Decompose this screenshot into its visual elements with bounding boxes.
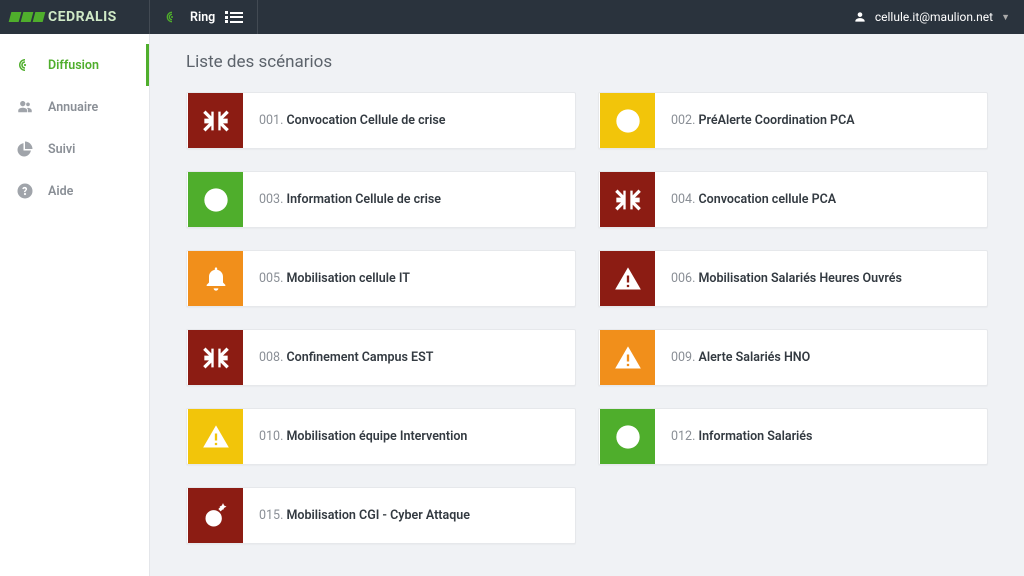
scenario-grid: 001. Convocation Cellule de crise 002. Pr…	[186, 92, 988, 544]
scenario-card[interactable]: 012. Information Salariés	[598, 408, 988, 465]
scenario-text: 002. PréAlerte Coordination PCA	[656, 113, 855, 128]
scenario-title: Convocation Cellule de crise	[286, 113, 445, 128]
chevron-down-icon: ▼	[1001, 12, 1010, 23]
scenario-card[interactable]: 004. Convocation cellule PCA	[598, 171, 988, 228]
bomb-icon	[188, 488, 243, 543]
scenario-text: 010. Mobilisation équipe Intervention	[244, 429, 467, 444]
warn-icon	[600, 330, 655, 385]
nav-label: Diffusion	[48, 58, 99, 73]
page-title: Liste des scénarios	[186, 52, 988, 72]
sidebar: Diffusion Annuaire Suivi Aide	[0, 34, 150, 576]
user-icon	[853, 10, 867, 24]
scenario-number: 010.	[259, 429, 286, 444]
logo-icon	[10, 12, 44, 22]
scenario-text: 001. Convocation Cellule de crise	[244, 113, 446, 128]
compress-icon	[188, 93, 243, 148]
brand-logo[interactable]: CEDRALIS	[0, 0, 150, 34]
nav-label: Aide	[48, 184, 73, 199]
scenario-title: Mobilisation équipe Intervention	[286, 429, 467, 444]
info-icon	[188, 172, 243, 227]
info-icon	[600, 409, 655, 464]
broadcast-icon	[164, 9, 180, 25]
user-label: cellule.it@maulion.net	[875, 10, 993, 24]
scenario-title: Information Salariés	[698, 429, 812, 444]
sidebar-item-aide[interactable]: Aide	[0, 170, 149, 212]
compress-icon	[188, 330, 243, 385]
brand-name: CEDRALIS	[48, 9, 117, 25]
scenario-title: Convocation cellule PCA	[698, 192, 836, 207]
nav-label: Suivi	[48, 142, 75, 157]
module-switch[interactable]: Ring	[150, 0, 258, 34]
warn-icon	[188, 409, 243, 464]
scenario-card[interactable]: 001. Convocation Cellule de crise	[186, 92, 576, 149]
sidebar-item-suivi[interactable]: Suivi	[0, 128, 149, 170]
sidebar-item-annuaire[interactable]: Annuaire	[0, 86, 149, 128]
scenario-text: 004. Convocation cellule PCA	[656, 192, 836, 207]
scenario-title: Mobilisation CGI - Cyber Attaque	[286, 508, 469, 523]
broadcast-icon	[16, 56, 34, 74]
scenario-text: 008. Confinement Campus EST	[244, 350, 433, 365]
info-icon	[600, 93, 655, 148]
scenario-number: 004.	[671, 192, 698, 207]
scenario-card[interactable]: 008. Confinement Campus EST	[186, 329, 576, 386]
scenario-number: 001.	[259, 113, 286, 128]
scenario-title: Mobilisation Salariés Heures Ouvrés	[698, 271, 901, 286]
list-icon[interactable]	[225, 11, 243, 23]
scenario-text: 012. Information Salariés	[656, 429, 812, 444]
scenario-title: PréAlerte Coordination PCA	[698, 113, 854, 128]
scenario-title: Mobilisation cellule IT	[286, 271, 409, 286]
scenario-number: 012.	[671, 429, 698, 444]
content: Liste des scénarios 001. Convocation Cel…	[150, 34, 1024, 576]
scenario-text: 006. Mobilisation Salariés Heures Ouvrés	[656, 271, 902, 286]
top-bar: CEDRALIS Ring cellule.it@maulion.net ▼	[0, 0, 1024, 34]
scenario-text: 005. Mobilisation cellule IT	[244, 271, 410, 286]
scenario-number: 003.	[259, 192, 286, 207]
scenario-title: Alerte Salariés HNO	[698, 350, 810, 365]
scenario-title: Information Cellule de crise	[286, 192, 441, 207]
help-icon	[16, 182, 34, 200]
sidebar-item-diffusion[interactable]: Diffusion	[0, 44, 149, 86]
scenario-text: 015. Mobilisation CGI - Cyber Attaque	[244, 508, 470, 523]
module-label: Ring	[190, 10, 215, 25]
scenario-card[interactable]: 002. PréAlerte Coordination PCA	[598, 92, 988, 149]
users-icon	[16, 98, 34, 116]
scenario-card[interactable]: 006. Mobilisation Salariés Heures Ouvrés	[598, 250, 988, 307]
user-menu[interactable]: cellule.it@maulion.net ▼	[853, 10, 1024, 24]
pie-icon	[16, 140, 34, 158]
nav-label: Annuaire	[48, 100, 98, 115]
scenario-card[interactable]: 015. Mobilisation CGI - Cyber Attaque	[186, 487, 576, 544]
scenario-number: 005.	[259, 271, 286, 286]
scenario-number: 006.	[671, 271, 698, 286]
scenario-card[interactable]: 005. Mobilisation cellule IT	[186, 250, 576, 307]
scenario-number: 009.	[671, 350, 698, 365]
warn-icon	[600, 251, 655, 306]
bell-icon	[188, 251, 243, 306]
scenario-number: 015.	[259, 508, 286, 523]
scenario-card[interactable]: 009. Alerte Salariés HNO	[598, 329, 988, 386]
scenario-text: 003. Information Cellule de crise	[244, 192, 441, 207]
scenario-text: 009. Alerte Salariés HNO	[656, 350, 810, 365]
scenario-number: 002.	[671, 113, 698, 128]
scenario-number: 008.	[259, 350, 286, 365]
scenario-card[interactable]: 010. Mobilisation équipe Intervention	[186, 408, 576, 465]
scenario-title: Confinement Campus EST	[286, 350, 433, 365]
compress-icon	[600, 172, 655, 227]
scenario-card[interactable]: 003. Information Cellule de crise	[186, 171, 576, 228]
